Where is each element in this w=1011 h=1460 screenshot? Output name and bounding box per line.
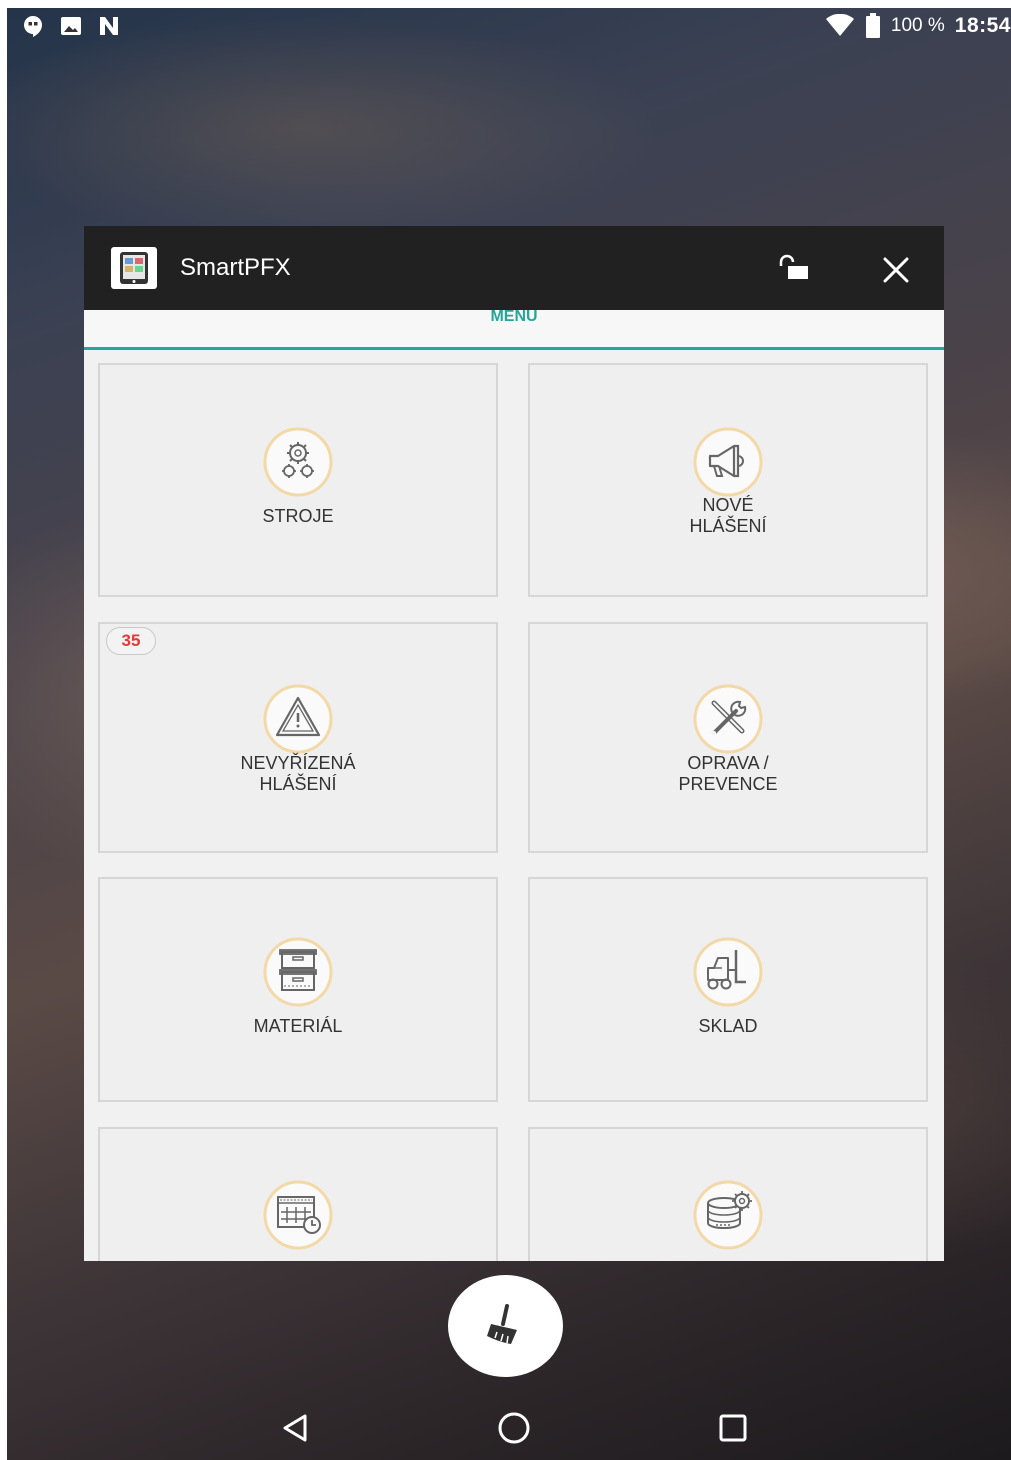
battery-icon xyxy=(865,13,881,39)
app-header: SmartPFX xyxy=(84,226,944,310)
menu-title: MENU xyxy=(490,308,538,325)
clock: 18:54 xyxy=(954,14,1011,37)
tile-oprava-prevence[interactable]: OPRAVA / PREVENCE xyxy=(528,622,928,853)
boxes-icon xyxy=(262,936,334,1008)
home-button[interactable] xyxy=(494,1408,534,1448)
tile-label: OPRAVA / PREVENCE xyxy=(678,753,778,794)
recents-icon xyxy=(719,1414,747,1442)
tile-planning[interactable] xyxy=(98,1127,498,1261)
back-icon xyxy=(283,1414,307,1442)
tools-icon xyxy=(692,683,764,755)
n-icon xyxy=(97,14,121,38)
gears-icon xyxy=(262,426,334,498)
database-gear-icon xyxy=(692,1179,764,1251)
app-title: SmartPFX xyxy=(180,254,291,281)
calendar-clock-icon xyxy=(262,1179,334,1251)
notification-icons xyxy=(21,14,121,38)
image-icon xyxy=(59,14,83,38)
app-card[interactable]: SmartPFX MENU STROJE NOVÉ HLÁŠENÍ 35 NEV… xyxy=(84,226,944,1261)
tile-material[interactable]: MATERIÁL xyxy=(98,877,498,1102)
status-bar: 100 % 18:54 xyxy=(7,8,1011,44)
navigation-bar xyxy=(7,1398,1011,1460)
battery-percent: 100 % xyxy=(890,15,945,36)
wifi-icon xyxy=(825,14,855,38)
tile-label: NOVÉ HLÁŠENÍ xyxy=(689,495,767,536)
back-button[interactable] xyxy=(275,1408,315,1448)
smartpfx-app-icon xyxy=(111,247,157,289)
tile-stroje[interactable]: STROJE xyxy=(98,363,498,597)
menu-bar: MENU xyxy=(84,308,944,350)
close-button[interactable] xyxy=(876,250,916,290)
clear-all-button[interactable] xyxy=(448,1275,563,1377)
system-status: 100 % 18:54 xyxy=(825,13,1011,39)
tile-label: NEVYŘÍZENÁ HLÁŠENÍ xyxy=(240,753,356,794)
tile-label: SKLAD xyxy=(698,1016,758,1036)
tile-label: STROJE xyxy=(262,506,334,526)
tile-nevyrizena-hlaseni[interactable]: 35 NEVYŘÍZENÁ HLÁŠENÍ xyxy=(98,622,498,853)
megaphone-icon xyxy=(692,426,764,498)
recents-button[interactable] xyxy=(713,1408,753,1448)
tile-database[interactable] xyxy=(528,1127,928,1261)
tile-label: MATERIÁL xyxy=(253,1016,343,1036)
hangouts-icon xyxy=(21,14,45,38)
unlock-icon xyxy=(779,254,808,279)
tile-sklad[interactable]: SKLAD xyxy=(528,877,928,1102)
forklift-icon xyxy=(692,936,764,1008)
tile-nove-hlaseni[interactable]: NOVÉ HLÁŠENÍ xyxy=(528,363,928,597)
home-icon xyxy=(498,1412,530,1444)
screen: 100 % 18:54 SmartPFX MENU STROJE NOVÉ HL… xyxy=(7,8,1011,1460)
broom-icon xyxy=(487,1304,517,1344)
close-icon xyxy=(883,257,909,283)
unlock-button[interactable] xyxy=(774,252,814,286)
notification-count-badge: 35 xyxy=(106,627,156,655)
warning-icon xyxy=(262,683,334,755)
